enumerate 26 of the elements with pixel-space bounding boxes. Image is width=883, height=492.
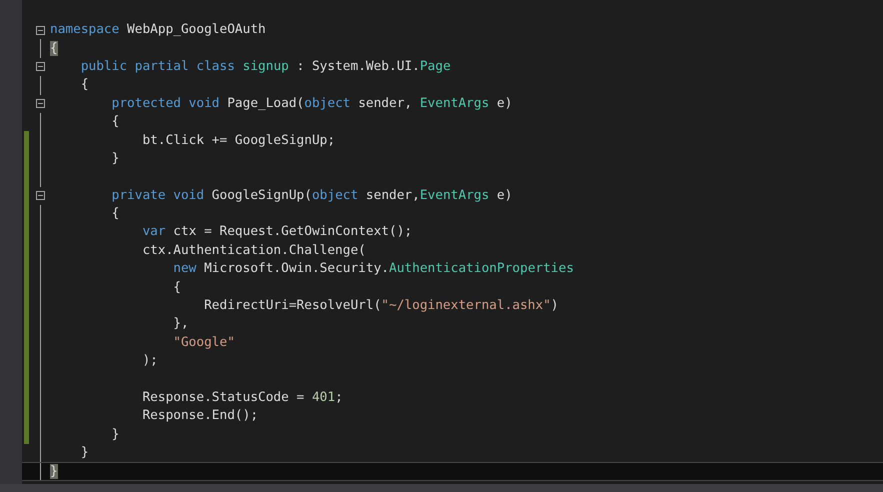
code-line: ctx.Authentication.Challenge( (141, 242, 366, 260)
code-line: Response.StatusCode = 401; (141, 389, 343, 407)
code-line: "Google" (172, 334, 235, 352)
code-line: { (172, 278, 181, 297)
code-line: var ctx = Request.GetOwinContext(); (141, 223, 412, 242)
code-line: }, (172, 315, 189, 334)
code-line: } (80, 444, 89, 462)
code-line: } (110, 426, 120, 444)
code-line: namespace WebApp_GoogleOAuth (50, 21, 266, 40)
code-line: public partial class signup : System.Web.UI.Page (80, 58, 451, 76)
code-line: Response.End(); (141, 407, 258, 426)
code-line: { (110, 113, 120, 132)
code-line: { (80, 76, 89, 94)
code-line: bt.Click += GoogleSignUp; (141, 132, 336, 150)
collapse-icon[interactable] (36, 62, 45, 72)
code-line: ); (141, 352, 158, 370)
code-line: protected void Page_Load(object sender, EventArgs e) (110, 94, 512, 113)
code-line: private void GoogleSignUp(object sender,EventArgs e) (110, 186, 512, 205)
collapse-icon[interactable] (36, 191, 45, 200)
code-line: { (110, 205, 120, 224)
code-line: new Microsoft.Owin.Security.AuthenticationProperties (172, 260, 574, 278)
collapse-icon[interactable] (36, 26, 45, 35)
horizontal-scrollbar[interactable] (0, 484, 883, 492)
code-line: } (110, 150, 120, 168)
collapse-icon[interactable] (36, 99, 45, 108)
code-line: RedirectUri=ResolveUrl("~/loginexternal.ashx") (203, 297, 559, 316)
